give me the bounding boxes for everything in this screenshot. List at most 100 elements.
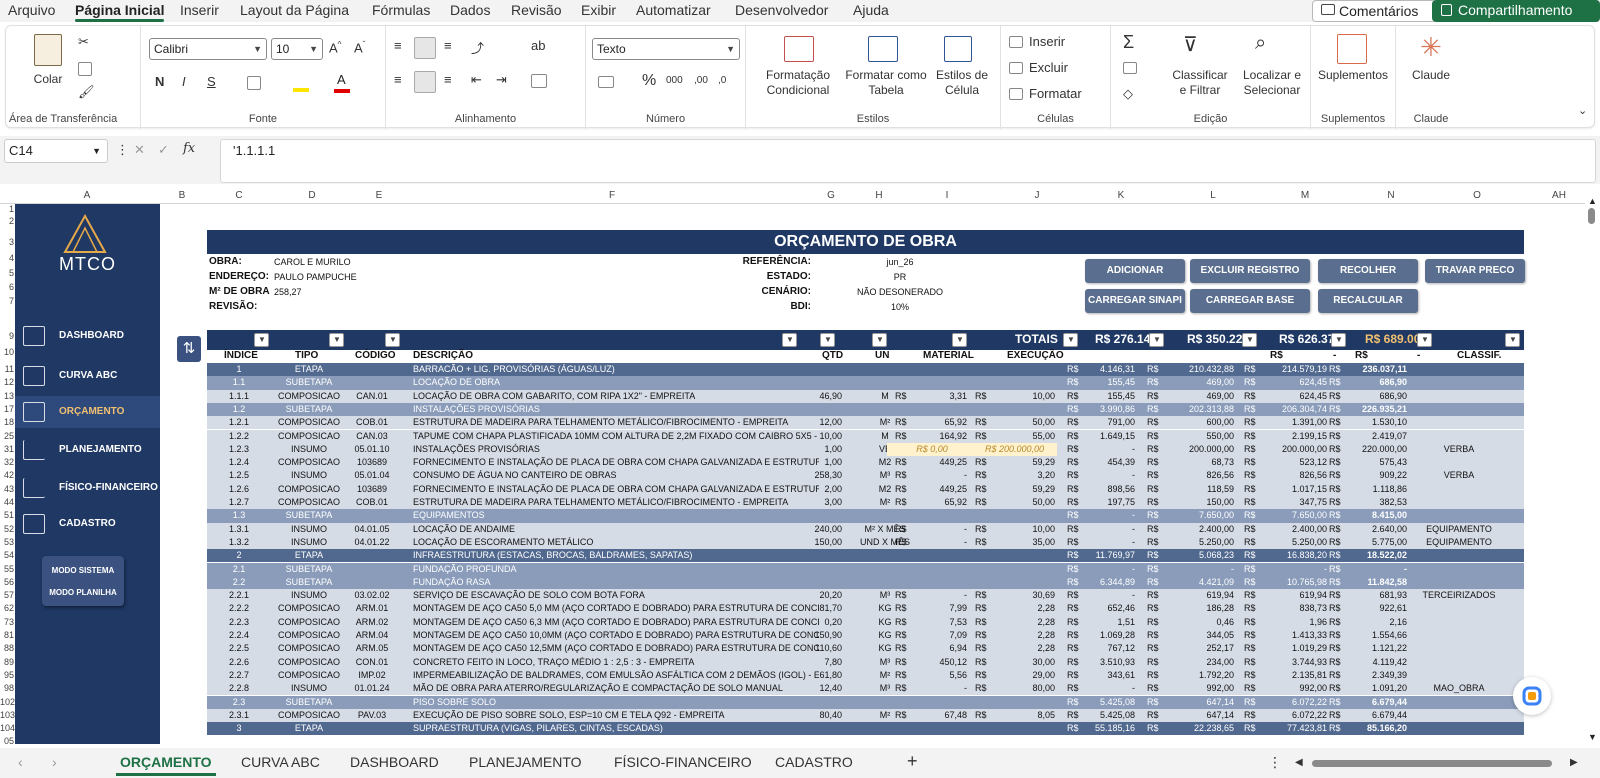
cell-mm[interactable]: 77.423,81: [1255, 722, 1327, 735]
cell-n[interactable]: 85.166,20: [1341, 722, 1407, 735]
cell-q[interactable]: 80,40: [792, 709, 842, 722]
scroll-right-icon[interactable]: ▶: [1570, 757, 1578, 768]
cell-d[interactable]: LOCAÇÃO DE ESCORAMENTO METÁLICO: [413, 536, 819, 549]
cell-d[interactable]: FUNDAÇÃO RASA: [413, 576, 819, 589]
cell-l[interactable]: -: [1159, 563, 1234, 576]
italic-button[interactable]: I: [182, 74, 186, 89]
font-size-select[interactable]: 10 ▼: [271, 38, 323, 60]
cell-tp[interactable]: COMPOSICAO: [273, 483, 345, 496]
cell-l[interactable]: 210.432,88: [1159, 363, 1234, 376]
cell-mm[interactable]: 6.072,22: [1255, 696, 1327, 709]
cell-c[interactable]: COB.01: [347, 496, 397, 509]
currency-icon[interactable]: [598, 76, 614, 88]
row-header[interactable]: 7: [0, 296, 14, 306]
cell-i[interactable]: 2.3.1: [219, 709, 259, 722]
cell-i[interactable]: 2.2.8: [219, 682, 259, 695]
sheet-tab-cadastro[interactable]: CADASTRO: [775, 754, 853, 770]
row-header[interactable]: 25: [0, 431, 14, 441]
format-as-table-button[interactable]: Formatar como Tabela: [840, 68, 932, 98]
cell-n[interactable]: 220.000,00: [1341, 443, 1407, 456]
filter-dropdown[interactable]: [254, 333, 269, 347]
number-format-select[interactable]: Texto ▼: [592, 38, 740, 60]
row-header[interactable]: 81: [0, 630, 14, 640]
copy-icon[interactable]: [78, 62, 92, 76]
cell-tp[interactable]: SUBETAPA: [273, 563, 345, 576]
cell-k[interactable]: -: [1079, 563, 1135, 576]
cell-n[interactable]: 2.640,00: [1341, 523, 1407, 536]
cell-d[interactable]: INFRAESTRUTURA (ESTACAS, BROCAS, BALDRAM…: [413, 549, 819, 562]
filter-dropdown[interactable]: [329, 333, 344, 347]
cell-q[interactable]: 3,00: [792, 496, 842, 509]
row-header[interactable]: 62: [0, 603, 14, 613]
cell-n[interactable]: 11.842,58: [1341, 576, 1407, 589]
row-header[interactable]: 6: [0, 282, 14, 292]
cell-x[interactable]: 29,00: [987, 669, 1055, 682]
cell-d[interactable]: IMPERMEABILIZAÇÃO DE BALDRAMES, COM EMUL…: [413, 669, 819, 682]
cell-i[interactable]: 2.2: [219, 576, 259, 589]
cell-n[interactable]: 686,90: [1341, 376, 1407, 389]
cell-l[interactable]: 1.792,20: [1159, 669, 1234, 682]
menu-tab-arquivo[interactable]: Arquivo: [8, 2, 55, 18]
cell-x[interactable]: 50,00: [987, 416, 1055, 429]
align-left-icon[interactable]: ≡: [394, 72, 402, 87]
cell-i[interactable]: 1.3.2: [219, 536, 259, 549]
scroll-left-icon[interactable]: ◀: [1295, 757, 1303, 768]
row-header[interactable]: 95: [0, 670, 14, 680]
cell-tp[interactable]: COMPOSICAO: [273, 629, 345, 642]
row-header[interactable]: 05: [0, 736, 14, 746]
insert-function-icon[interactable]: fx: [183, 141, 195, 156]
cell-l[interactable]: 550,00: [1159, 430, 1234, 443]
cell-m[interactable]: 7,99: [907, 602, 967, 615]
row-header[interactable]: 5: [0, 268, 14, 278]
cell-m[interactable]: -: [907, 589, 967, 602]
sort-filter-icon[interactable]: ⊽: [1183, 32, 1198, 57]
table-row[interactable]: 2 ETAPA INFRAESTRUTURA (ESTACAS, BROCAS, B…: [207, 549, 1524, 563]
cell-n[interactable]: 6.679,44: [1341, 696, 1407, 709]
row-header[interactable]: 44: [0, 497, 14, 507]
cell-l[interactable]: 22.238,65: [1159, 722, 1234, 735]
cell-d[interactable]: INSTALAÇÕES PROVISÓRIAS: [413, 403, 819, 416]
column-header[interactable]: N: [1384, 190, 1398, 202]
cell-m[interactable]: -: [907, 469, 967, 482]
column-header[interactable]: K: [1114, 190, 1128, 202]
cell-n[interactable]: 1.118,86: [1341, 483, 1407, 496]
cell-i[interactable]: 1.2.4: [219, 456, 259, 469]
cell-d[interactable]: MONTAGEM DE AÇO CA50 5,0 MM (AÇO CORTADO…: [413, 602, 819, 615]
cell-l[interactable]: 344,05: [1159, 629, 1234, 642]
load-base-button[interactable]: CARREGAR BASE: [1190, 289, 1310, 313]
cell-tp[interactable]: INSUMO: [273, 469, 345, 482]
cell-d[interactable]: PISO SOBRE SOLO: [413, 696, 819, 709]
cell-l[interactable]: 647,14: [1159, 696, 1234, 709]
cell-l[interactable]: 826,56: [1159, 469, 1234, 482]
row-header[interactable]: 31: [0, 444, 14, 454]
cell-d[interactable]: LOCAÇÃO DE OBRA: [413, 376, 819, 389]
filter-dropdown[interactable]: [782, 333, 797, 347]
cell-l[interactable]: 68,73: [1159, 456, 1234, 469]
copilot-button[interactable]: [1513, 677, 1551, 715]
comments-button[interactable]: Comentários: [1312, 0, 1436, 22]
cell-q[interactable]: 258,30: [792, 469, 842, 482]
cell-mm[interactable]: 624,45: [1255, 376, 1327, 389]
cell-n[interactable]: -: [1341, 563, 1407, 576]
cell-m[interactable]: 164,92: [907, 430, 967, 443]
cell-k[interactable]: 155,45: [1079, 376, 1135, 389]
cell-d[interactable]: FORNECIMENTO E INSTALAÇÃO DE PLACA DE OB…: [413, 483, 819, 496]
cell-tp[interactable]: INSUMO: [273, 536, 345, 549]
cell-d[interactable]: INSTALAÇÕES PROVISÓRIAS: [413, 443, 819, 456]
scroll-down-icon[interactable]: ▼: [1588, 732, 1597, 742]
align-bottom-icon[interactable]: ≡: [444, 38, 452, 53]
cell-k[interactable]: -: [1079, 509, 1135, 522]
menu-tab-automatizar[interactable]: Automatizar: [636, 2, 711, 18]
cell-k[interactable]: 3.510,93: [1079, 656, 1135, 669]
cell-n[interactable]: 226.935,21: [1341, 403, 1407, 416]
table-row[interactable]: 1.2.5 INSUMO 05.01.04 CONSUMO DE ÁGUA NO CA…: [207, 469, 1524, 483]
cell-m[interactable]: -: [907, 523, 967, 536]
cell-l[interactable]: 469,00: [1159, 376, 1234, 389]
cell-k[interactable]: 197,75: [1079, 496, 1135, 509]
cell-c[interactable]: 03.02.02: [347, 589, 397, 602]
row-header[interactable]: 12: [0, 377, 14, 387]
column-header[interactable]: L: [1206, 190, 1220, 202]
cell-x[interactable]: 59,29: [987, 483, 1055, 496]
table-row[interactable]: 1.3 SUBETAPA EQUIPAMENTOS R$ - R$ 7.650,00 R$ 7.…: [207, 509, 1524, 523]
table-row[interactable]: 1.2.3 INSUMO 05.01.10 INSTALAÇÕES PROVISÓRI…: [207, 442, 1524, 457]
